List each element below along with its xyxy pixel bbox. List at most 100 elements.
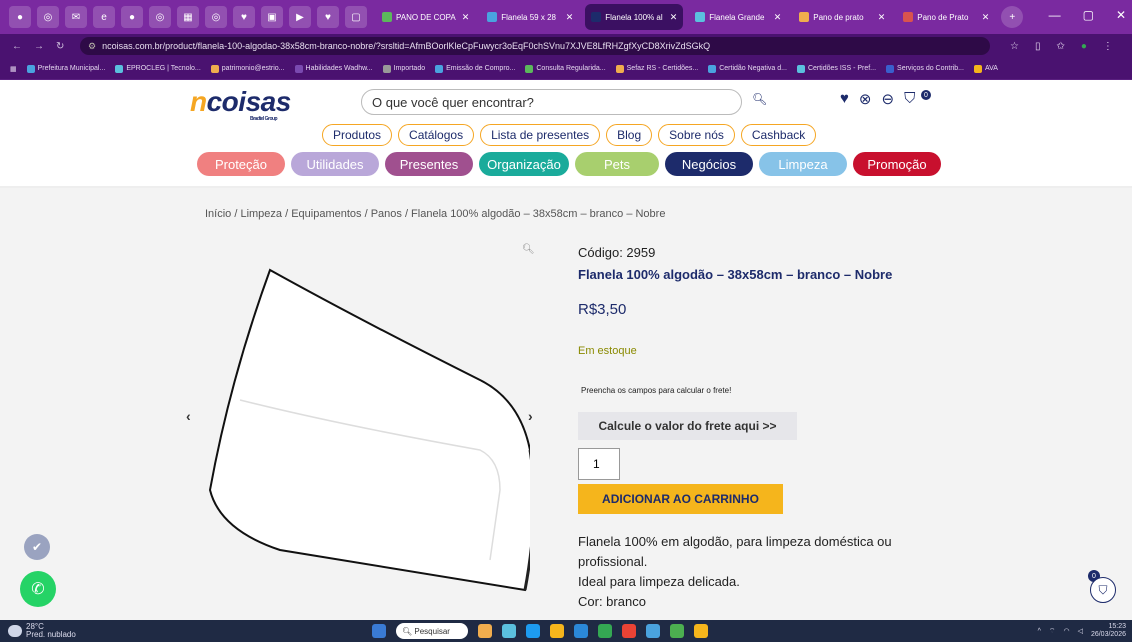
app-icon[interactable]: [694, 624, 708, 638]
pinned-tab[interactable]: ●: [121, 6, 143, 28]
nav-link-catalogos[interactable]: Catálogos: [398, 124, 475, 146]
network-icon[interactable]: ⌔: [1049, 627, 1056, 636]
star-icon[interactable]: ☆: [1010, 41, 1019, 52]
new-tab-button[interactable]: +: [1001, 6, 1024, 28]
taskbar-search[interactable]: 🔍︎ Pesquisar: [396, 623, 468, 639]
privacy-badge-icon[interactable]: ✔: [24, 534, 50, 560]
menu-icon[interactable]: ⋮: [1103, 41, 1113, 52]
tab[interactable]: Flanela Grande ✕: [689, 4, 787, 30]
close-icon[interactable]: ✕: [664, 12, 678, 23]
edge-icon[interactable]: [574, 624, 588, 638]
cart-icon[interactable]: ⛉: [904, 90, 915, 108]
category-organizacao[interactable]: Organização: [479, 152, 569, 176]
nav-link-blog[interactable]: Blog: [606, 124, 653, 146]
tab[interactable]: PANO DE COPA ✕: [376, 4, 475, 30]
pinned-tab[interactable]: ▣: [261, 6, 283, 28]
category-limpeza[interactable]: Limpeza: [759, 152, 847, 176]
breadcrumb[interactable]: Início / Limpeza / Equipamentos / Panos …: [205, 208, 665, 220]
profile-icon[interactable]: ●: [1081, 41, 1087, 52]
pinned-tab[interactable]: ◎: [205, 6, 227, 28]
quantity-input[interactable]: 1: [578, 448, 620, 480]
category-presentes[interactable]: Presentes: [385, 152, 473, 176]
pinned-tab[interactable]: ▦: [177, 6, 199, 28]
nav-link-sobre[interactable]: Sobre nós: [658, 124, 735, 146]
back-icon[interactable]: ←: [12, 41, 22, 52]
bookmark[interactable]: Emissão de Compro...: [435, 64, 515, 73]
category-promocao[interactable]: Promoção: [853, 152, 941, 176]
site-logo[interactable]: ncoisas Bradtel Group: [190, 86, 291, 122]
tab[interactable]: Pano de prato ✕: [793, 4, 891, 30]
clock[interactable]: 15:23 26/03/2026: [1091, 623, 1126, 639]
calculate-shipping-button[interactable]: Calcule o valor do frete aqui >>: [578, 412, 797, 440]
bookmark[interactable]: patrimonio@estrio...: [210, 64, 285, 73]
wifi-icon[interactable]: ◠: [1063, 627, 1069, 635]
pinned-tab[interactable]: ✉: [65, 6, 87, 28]
apps-icon[interactable]: ▦: [10, 65, 17, 73]
close-icon[interactable]: ✕: [768, 12, 782, 23]
chevron-up-icon[interactable]: ^: [1038, 628, 1041, 635]
pinned-tab[interactable]: ♥: [233, 6, 255, 28]
close-icon[interactable]: ✕: [872, 12, 886, 23]
nav-link-cashback[interactable]: Cashback: [740, 124, 817, 146]
close-icon[interactable]: ✕: [456, 12, 470, 23]
search-icon[interactable]: 🔍︎: [752, 92, 767, 106]
bookmark-folder[interactable]: Importado: [382, 64, 425, 73]
app-icon[interactable]: [598, 624, 612, 638]
favorites-icon[interactable]: ✩: [1056, 41, 1064, 52]
url-field[interactable]: ⚙ ncoisas.com.br/product/flanela-100-alg…: [80, 37, 990, 55]
add-to-cart-button[interactable]: ADICIONAR AO CARRINHO: [578, 484, 783, 514]
bookmark[interactable]: EPROCLEG | Tecnolo...: [115, 64, 201, 73]
bookmark[interactable]: AVA: [973, 64, 998, 73]
bookmark[interactable]: Certidão Negativa d...: [708, 64, 787, 73]
bookmark[interactable]: Consulta Regularida...: [525, 64, 606, 73]
search-input[interactable]: O que você quer encontrar?: [361, 89, 742, 115]
bookmark[interactable]: Prefeitura Municipal...: [26, 64, 105, 73]
pinned-tab[interactable]: ▶: [289, 6, 311, 28]
floating-cart-icon[interactable]: ⛉: [1090, 577, 1116, 603]
reload-icon[interactable]: ↻: [56, 41, 64, 52]
app-icon[interactable]: [478, 624, 492, 638]
bookmark[interactable]: Certidões ISS - Pref...: [796, 64, 876, 73]
minimize-icon[interactable]: —: [1049, 8, 1061, 22]
close-icon[interactable]: ✕: [976, 12, 990, 23]
product-image[interactable]: [200, 260, 530, 620]
user-icon[interactable]: ⊖: [881, 90, 894, 108]
tab[interactable]: Flanela 59 x 28 ✕: [481, 4, 579, 30]
profile-avatar[interactable]: ●: [9, 6, 31, 28]
app-icon[interactable]: [670, 624, 684, 638]
file-explorer-icon[interactable]: [550, 624, 564, 638]
zoom-icon[interactable]: 🔍︎: [522, 244, 535, 255]
app-icon[interactable]: [502, 624, 516, 638]
gallery-prev-arrow[interactable]: ‹: [186, 408, 191, 424]
category-pets[interactable]: Pets: [575, 152, 659, 176]
category-negocios[interactable]: Negócios: [665, 152, 753, 176]
nav-link-lista-presentes[interactable]: Lista de presentes: [480, 124, 601, 146]
category-protecao[interactable]: Proteção: [197, 152, 285, 176]
nav-link-produtos[interactable]: Produtos: [322, 124, 393, 146]
bookmark[interactable]: Serviços do Contrib...: [886, 64, 964, 73]
maximize-icon[interactable]: ▢: [1083, 8, 1094, 22]
site-info-icon[interactable]: ⚙: [88, 41, 96, 52]
category-utilidades[interactable]: Utilidades: [291, 152, 379, 176]
volume-icon[interactable]: ◁: [1078, 627, 1083, 635]
app-icon[interactable]: [646, 624, 660, 638]
heart-icon[interactable]: ♥: [840, 90, 849, 108]
pinned-tab[interactable]: e: [93, 6, 115, 28]
extensions-icon[interactable]: ▯: [1035, 41, 1041, 52]
whatsapp-icon[interactable]: ✆: [20, 571, 56, 607]
tab[interactable]: Pano de Prato ✕: [897, 4, 995, 30]
bookmark[interactable]: Habilidades Wadhw...: [294, 64, 373, 73]
close-icon[interactable]: ✕: [560, 12, 574, 23]
chrome-icon[interactable]: [622, 624, 636, 638]
pinned-tab[interactable]: ◎: [149, 6, 171, 28]
compare-icon[interactable]: ⊗: [859, 90, 872, 108]
windows-start-icon[interactable]: [372, 624, 386, 638]
pinned-tab[interactable]: ◎: [37, 6, 59, 28]
close-window-icon[interactable]: ✕: [1116, 8, 1126, 22]
forward-icon[interactable]: →: [34, 41, 44, 52]
app-icon[interactable]: [526, 624, 540, 638]
tab-active[interactable]: Flanela 100% al ✕: [585, 4, 684, 30]
bookmark[interactable]: Sefaz RS - Certidões...: [615, 64, 698, 73]
pinned-tab[interactable]: ▢: [345, 6, 367, 28]
weather-widget[interactable]: 28°C Pred. nublado: [0, 623, 372, 639]
